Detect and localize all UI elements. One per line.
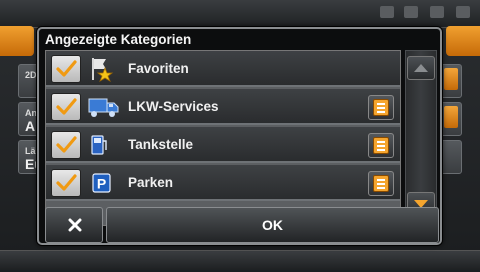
gps-icon xyxy=(404,6,418,18)
background-card-label: An xyxy=(25,108,37,118)
background-card-label: 2D xyxy=(25,70,37,80)
signal-icon xyxy=(380,6,394,18)
list-icon xyxy=(373,137,389,154)
checkmark-icon xyxy=(56,174,77,191)
category-row-parken[interactable]: P Parken xyxy=(46,165,400,201)
status-bar xyxy=(0,0,480,28)
favorites-flag-star-icon xyxy=(88,56,118,82)
ok-button-label: OK xyxy=(262,217,283,233)
svg-text:P: P xyxy=(97,176,106,192)
category-label: Parken xyxy=(128,175,174,190)
scroll-up-button[interactable] xyxy=(407,56,435,80)
close-button[interactable] xyxy=(45,207,103,243)
close-icon xyxy=(68,218,82,232)
ok-button[interactable]: OK xyxy=(106,207,439,243)
category-label: LKW-Services xyxy=(128,99,219,114)
subcategory-list-button[interactable] xyxy=(368,95,394,120)
category-row-lkw-services[interactable]: LKW-Services xyxy=(46,89,400,125)
list-icon xyxy=(373,175,389,192)
category-label: Favoriten xyxy=(128,61,189,76)
checkbox[interactable] xyxy=(51,55,81,83)
background-orange-button xyxy=(444,68,458,90)
checkmark-icon xyxy=(56,60,77,77)
category-list: Favoriten LKW-Services Tankstelle P Park… xyxy=(45,50,401,226)
checkmark-icon xyxy=(56,136,77,153)
dialog-title: Angezeigte Kategorien xyxy=(45,32,192,47)
subcategory-list-button[interactable] xyxy=(368,171,394,196)
categories-dialog: Angezeigte Kategorien Favoriten LKW-Serv… xyxy=(37,27,442,245)
previous-arrow-button xyxy=(0,26,34,56)
arrow-up-icon xyxy=(414,64,428,72)
subcategory-list-button[interactable] xyxy=(368,133,394,158)
next-arrow-button xyxy=(446,26,480,56)
category-row-tankstelle[interactable]: Tankstelle xyxy=(46,127,400,163)
tmc-icon xyxy=(430,6,444,18)
scrollbar[interactable] xyxy=(403,50,437,226)
bottom-bar xyxy=(0,250,480,272)
fuel-pump-icon xyxy=(88,132,118,158)
list-icon xyxy=(373,99,389,116)
checkmark-icon xyxy=(56,98,77,115)
category-row-favoriten[interactable]: Favoriten xyxy=(46,51,400,87)
checkbox[interactable] xyxy=(51,169,81,197)
background-orange-button xyxy=(444,106,458,128)
category-label: Tankstelle xyxy=(128,137,194,152)
truck-icon xyxy=(88,94,122,120)
background-card-label: Lä xyxy=(25,146,36,156)
battery-icon xyxy=(456,6,470,18)
parking-icon: P xyxy=(88,170,118,196)
checkbox[interactable] xyxy=(51,131,81,159)
checkbox[interactable] xyxy=(51,93,81,121)
